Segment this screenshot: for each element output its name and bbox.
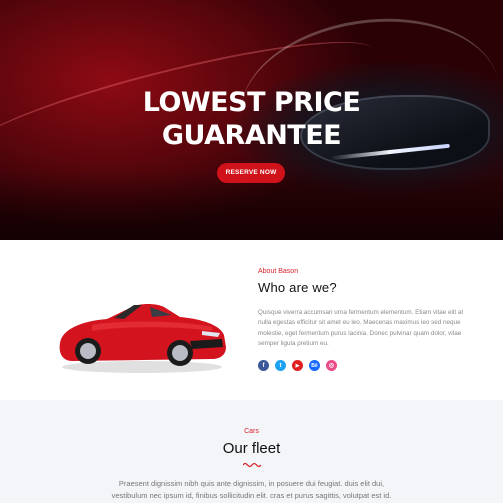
wave-divider-icon <box>243 462 261 468</box>
hero-headline: LOWEST PRICE GUARANTEE <box>0 86 503 152</box>
about-section: About Bason Who are we? Quisque viverra … <box>0 240 503 400</box>
about-title: Who are we? <box>258 280 337 295</box>
red-convertible-car-image <box>59 304 227 373</box>
facebook-icon[interactable]: f <box>258 360 269 371</box>
fleet-body-line2: vestibulum nec ipsum id, finibus sollici… <box>111 491 392 500</box>
fleet-body-line1: Praesent dignissim nibh quis ante dignis… <box>118 479 385 488</box>
twitter-icon[interactable]: t <box>275 360 286 371</box>
about-body: Quisque viverra accumsan urna fermentum … <box>258 309 464 348</box>
about-eyebrow: About Bason <box>258 268 299 275</box>
fleet-title: Our fleet <box>222 440 281 457</box>
hero-headline-line2: GUARANTEE <box>161 120 342 151</box>
reserve-now-button[interactable]: RESERVE NOW <box>217 163 285 183</box>
fleet-body: Praesent dignissim nibh quis ante dignis… <box>80 478 423 502</box>
social-links: f t ▶ Bē ◎ <box>258 360 337 371</box>
hero-banner: LOWEST PRICE GUARANTEE RESERVE NOW <box>0 0 503 240</box>
fleet-section: Cars Our fleet Praesent dignissim nibh q… <box>0 400 503 503</box>
fleet-eyebrow: Cars <box>244 428 259 435</box>
youtube-icon[interactable]: ▶ <box>292 360 303 371</box>
behance-icon[interactable]: Bē <box>309 360 320 371</box>
dribbble-icon[interactable]: ◎ <box>326 360 337 371</box>
hero-headline-line1: LOWEST PRICE <box>142 87 361 118</box>
